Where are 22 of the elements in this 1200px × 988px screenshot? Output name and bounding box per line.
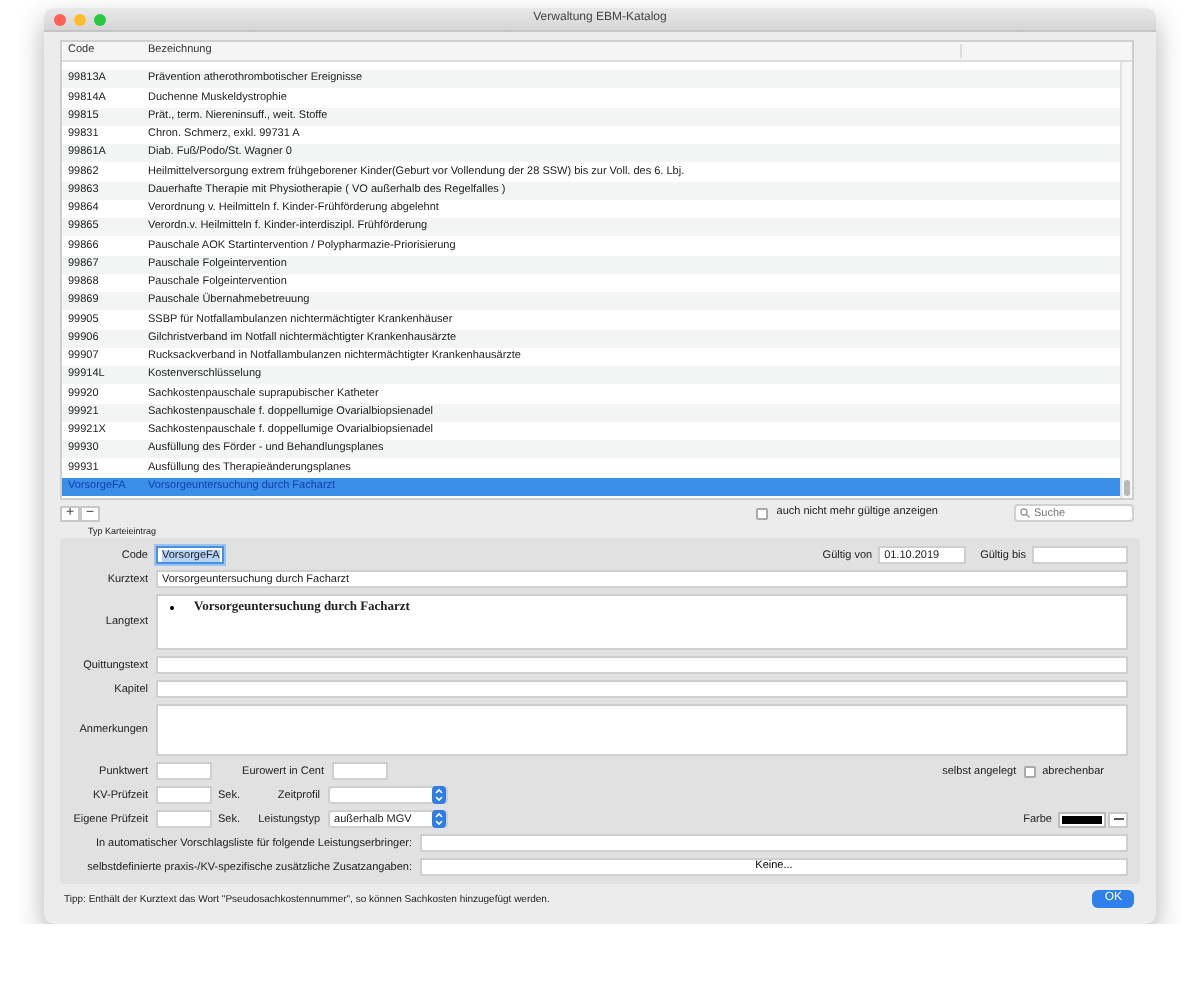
input-field[interactable]: [156, 656, 1128, 675]
input-field[interactable]: [1032, 546, 1128, 565]
chevron-updown-icon: [434, 812, 445, 827]
input-field[interactable]: [156, 786, 212, 805]
search-icon: [1020, 508, 1030, 518]
color-picker-button[interactable]: [1108, 811, 1128, 828]
close-button[interactable]: [54, 14, 66, 26]
checkbox[interactable]: [756, 507, 769, 519]
zoom-button[interactable]: [94, 14, 106, 26]
scrollbar[interactable]: [1120, 62, 1132, 498]
input-field[interactable]: [332, 762, 388, 781]
input-field[interactable]: [156, 810, 212, 829]
dropdown[interactable]: [328, 786, 449, 805]
minimize-button[interactable]: [74, 14, 86, 26]
text-area[interactable]: [156, 704, 1128, 757]
chevron-updown-icon: [434, 788, 445, 803]
input-field[interactable]: [156, 680, 1128, 699]
minus-icon: [1113, 817, 1123, 820]
input-field[interactable]: [420, 834, 1128, 853]
color-swatch[interactable]: [1060, 813, 1104, 826]
checkbox[interactable]: [1024, 765, 1037, 778]
input-field[interactable]: [156, 762, 212, 781]
